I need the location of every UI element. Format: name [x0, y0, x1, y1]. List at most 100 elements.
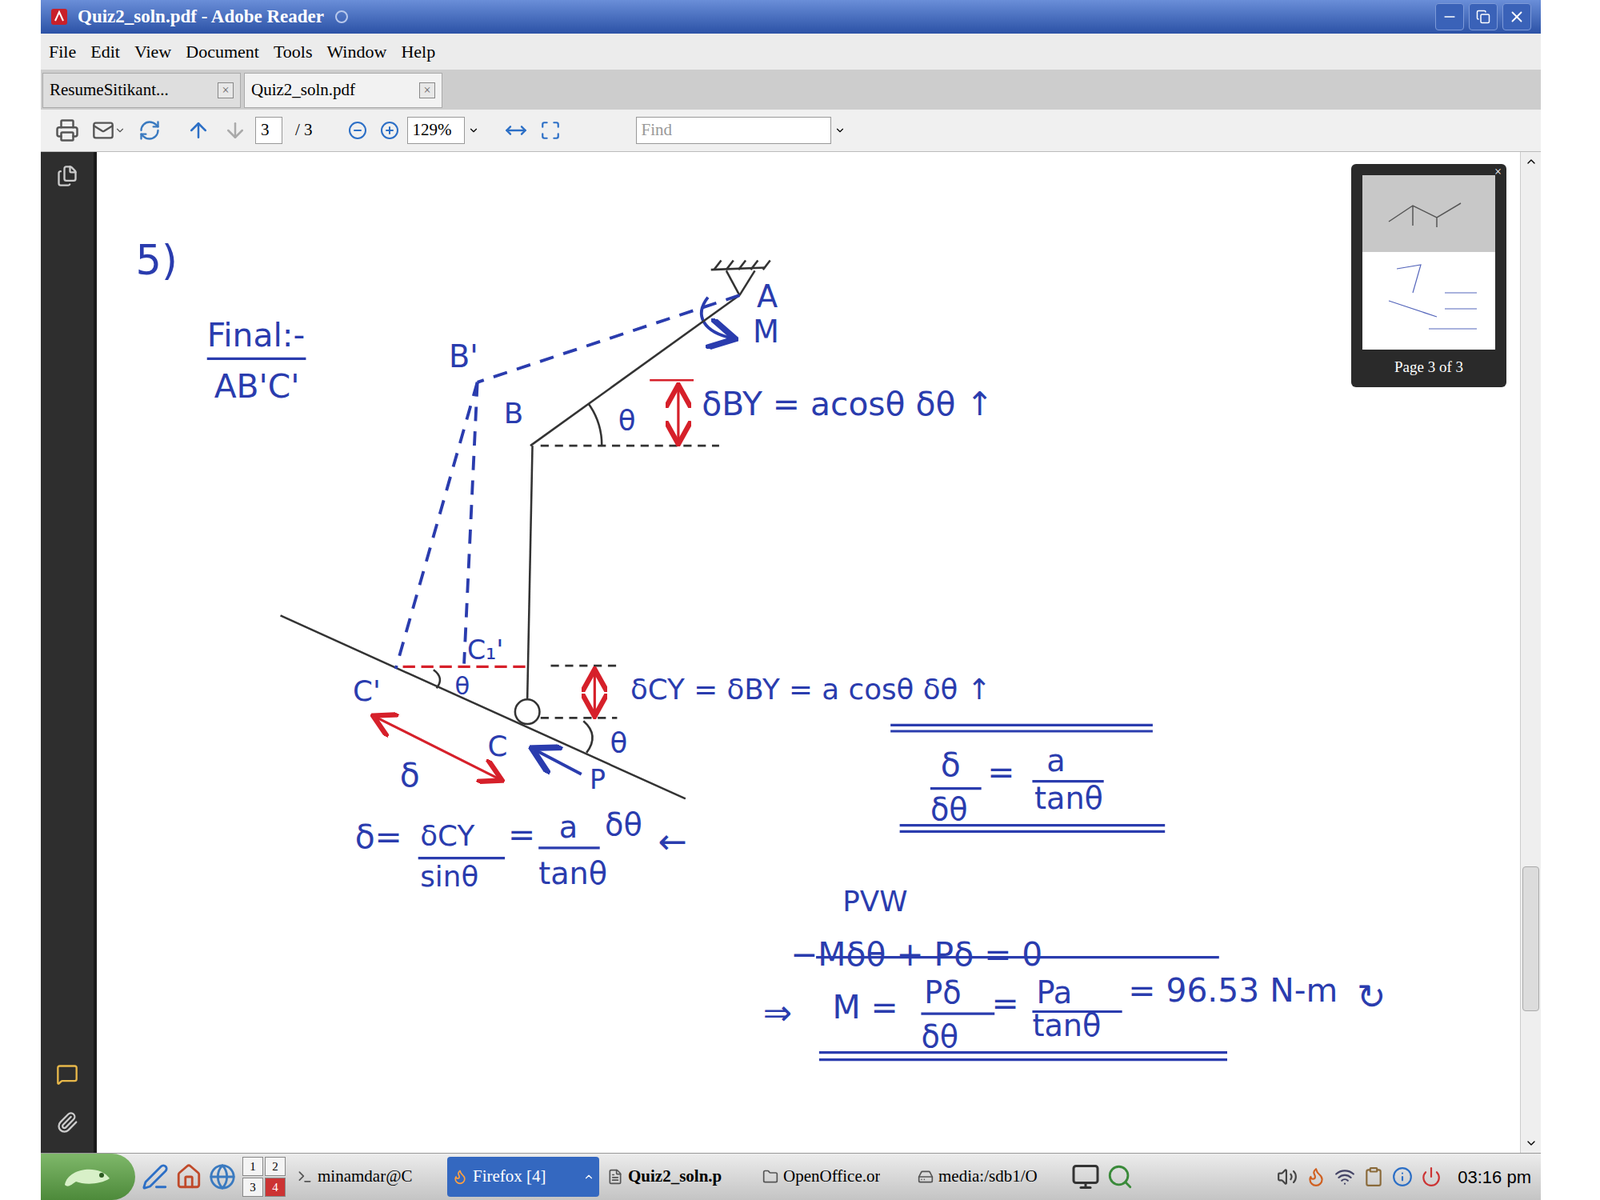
start-button[interactable]: [40, 1153, 136, 1200]
result-den1: δθ: [920, 1018, 959, 1055]
desktop-button[interactable]: 4: [264, 1177, 286, 1197]
restore-icon: [1476, 9, 1491, 24]
result-den2: tanθ: [1032, 1007, 1101, 1044]
document-tab[interactable]: ResumeSitikant...×: [42, 72, 241, 108]
print-button[interactable]: [50, 114, 84, 147]
search-launcher-icon[interactable]: [1106, 1163, 1134, 1191]
scroll-up-button[interactable]: [1520, 152, 1541, 172]
screen: Quiz2_soln.pdf - Adobe Reader File Edit Vie…: [0, 0, 1600, 1200]
menu-item[interactable]: File: [47, 38, 78, 65]
close-button[interactable]: [1502, 3, 1532, 31]
ratio-rhs-num: a: [1046, 742, 1065, 779]
thumbnail-page-icon: [1372, 260, 1485, 341]
collaborate-button[interactable]: [133, 114, 166, 147]
task-button[interactable]: Firefox [4]: [447, 1156, 600, 1197]
title-bar: Quiz2_soln.pdf - Adobe Reader: [40, 0, 1541, 34]
page-total: / 3: [285, 117, 323, 144]
pages-icon[interactable]: [56, 164, 79, 188]
fit-page-button[interactable]: [535, 114, 566, 147]
arrow-down-icon: [223, 118, 248, 143]
fraction-bars: [207, 358, 1228, 1060]
labels-a: A: [756, 278, 778, 315]
result-num1: Pδ: [924, 974, 961, 1011]
tab-close-button[interactable]: ×: [419, 82, 436, 99]
labels-c1-prime: C₁': [467, 634, 504, 666]
clipboard-icon[interactable]: [1363, 1166, 1384, 1188]
desktop-button[interactable]: 3: [242, 1177, 264, 1197]
editor-icon[interactable]: [141, 1163, 169, 1191]
document-tab[interactable]: Quiz2_soln.pdf×: [244, 72, 443, 108]
menu-item[interactable]: Edit: [88, 38, 122, 65]
page-thumbnail[interactable]: [1362, 175, 1496, 350]
scroll-down-button[interactable]: [1520, 1133, 1541, 1153]
home-icon[interactable]: [175, 1163, 203, 1191]
updater-icon[interactable]: [1305, 1166, 1327, 1188]
menu-item[interactable]: Tools: [272, 38, 315, 65]
page-number-field[interactable]: 3: [255, 116, 283, 144]
vertical-scrollbar: [1520, 152, 1541, 1153]
mail-icon: [92, 119, 115, 142]
menu-item[interactable]: Document: [184, 38, 261, 65]
find-dropdown-icon[interactable]: [834, 124, 846, 136]
heading-problem: 5): [135, 236, 177, 284]
desktop-pager: 1234: [242, 1156, 286, 1197]
task-button[interactable]: minamdar@C: [292, 1156, 444, 1197]
delta-factor: δθ: [604, 806, 643, 843]
terminal-launcher-icon[interactable]: [1071, 1162, 1100, 1192]
main-area: 5)Final:-AB'C'AMB'BθC'C₁'θCPθδδBY = acos…: [40, 152, 1541, 1153]
thumbnail-close-button[interactable]: ×: [1494, 165, 1502, 179]
menu-item[interactable]: Help: [399, 38, 437, 65]
desktop-button[interactable]: 2: [264, 1156, 286, 1176]
scroll-thumb[interactable]: [1522, 866, 1540, 1011]
tab-close-button[interactable]: ×: [217, 82, 234, 99]
menu-item[interactable]: Window: [324, 38, 388, 65]
previous-page-button[interactable]: [181, 114, 216, 147]
zoom-out-button[interactable]: [343, 114, 372, 147]
collaborate-icon: [138, 119, 161, 142]
labels-theta-c-prime: θ: [455, 672, 471, 700]
help-icon[interactable]: [1392, 1166, 1413, 1188]
task-app-icon: [296, 1168, 313, 1185]
heading-final-title: Final:-: [207, 316, 306, 355]
labels-c: C: [487, 729, 508, 763]
toolbar: 3/ 3 129% Find: [40, 109, 1541, 152]
task-button[interactable]: Quiz2_soln.p: [602, 1156, 755, 1197]
group-expand-icon: [583, 1171, 595, 1183]
link-ab: [530, 295, 740, 446]
network-icon[interactable]: [208, 1163, 236, 1191]
task-button[interactable]: media:/sdb1/O: [912, 1156, 1065, 1197]
fit-width-button[interactable]: [500, 114, 532, 147]
power-icon[interactable]: [1420, 1166, 1442, 1188]
labels-m: M: [752, 313, 780, 350]
next-page-button[interactable]: [218, 114, 252, 147]
labels-theta-c: θ: [609, 726, 628, 760]
desktop-button[interactable]: 1: [242, 1156, 264, 1176]
task-button[interactable]: OpenOffice.or: [757, 1156, 910, 1197]
zoom-dropdown-icon[interactable]: [468, 124, 480, 136]
comments-icon[interactable]: [56, 1063, 79, 1086]
labels-delta: δ: [400, 756, 420, 795]
thumbnail-popup: ×Page 3 of 3: [1351, 164, 1507, 388]
delta-by-equation: δBY = acosθ δθ ↑: [701, 384, 993, 424]
network-status-icon[interactable]: [1334, 1166, 1356, 1188]
clock[interactable]: 03:16 pm: [1457, 1164, 1532, 1191]
restore-button[interactable]: [1468, 3, 1498, 31]
email-button[interactable]: [87, 114, 131, 147]
zoom-in-button[interactable]: [375, 114, 404, 147]
window-title: Quiz2_soln.pdf - Adobe Reader: [77, 3, 324, 32]
minimize-button[interactable]: [1435, 3, 1464, 31]
fit-width-icon: [504, 119, 528, 142]
ratio-lhs-num: δ: [940, 745, 961, 784]
volume-icon[interactable]: [1276, 1166, 1298, 1188]
thumbnail-sketch-icon: [1380, 193, 1477, 234]
menu-item[interactable]: View: [132, 38, 173, 65]
find-field[interactable]: Find: [636, 116, 832, 144]
delta-by-arrow: [676, 387, 680, 442]
ratio-equals: =: [987, 752, 1015, 792]
result-value: = 96.53 N-m: [1128, 971, 1338, 1010]
result-eq1: =: [991, 984, 1019, 1023]
zoom-field[interactable]: 129%: [407, 116, 465, 144]
delta-den: sinθ: [420, 860, 479, 893]
attachments-icon[interactable]: [56, 1111, 79, 1134]
labels-c-prime: C': [352, 674, 381, 708]
